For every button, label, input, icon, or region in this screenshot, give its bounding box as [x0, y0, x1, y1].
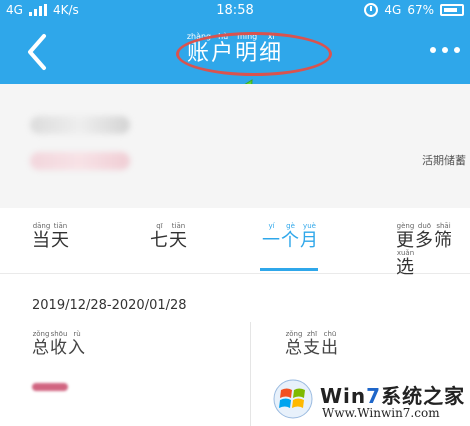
tab-label-char: 更gèng [396, 222, 415, 251]
alarm-icon [364, 3, 379, 17]
watermark: Win7系统之家 Www.Winwin7.com [272, 376, 468, 422]
active-tab-indicator [260, 268, 318, 271]
watermark-url: Www.Winwin7.com [322, 406, 440, 420]
battery-icon [440, 4, 464, 16]
period-tabs: 当dāng天tiān 七qī天tiān 一yí个gè月yuè 更gèng多duō… [0, 208, 470, 278]
income-char: 入rù [68, 330, 86, 358]
battery-level: 67% [407, 3, 434, 17]
expense-char: 总zǒng [285, 330, 303, 358]
date-range: 2019/12/28-2020/01/28 [32, 298, 187, 313]
tab-label-char: 一yí [262, 222, 281, 251]
blurred-account-number [30, 152, 130, 170]
watermark-title: Win7系统之家 [320, 384, 466, 408]
account-type-label: 活期储蓄 [422, 154, 466, 167]
tab-label-char: 天tiān [51, 222, 70, 251]
tab-label-char: 当dāng [32, 222, 51, 251]
tab-today[interactable]: 当dāng天tiān [32, 222, 70, 252]
account-card [0, 84, 470, 208]
more-dots-icon[interactable] [430, 47, 460, 53]
income-char: 收shōu [50, 330, 68, 358]
tab-more-filter[interactable]: 更gèng多duō筛shāi 选xuǎn [396, 222, 470, 279]
total-income-value [32, 383, 68, 391]
annotation-ellipse [176, 32, 332, 76]
tab-seven-days[interactable]: 七qī天tiān [150, 222, 188, 252]
total-expense-label: 总zǒng支zhī出chū [285, 330, 339, 358]
status-right: 4G 67% [364, 3, 464, 17]
column-divider [250, 322, 251, 426]
tab-label-char: 天tiān [169, 222, 188, 251]
tab-one-month[interactable]: 一yí个gè月yuè [262, 222, 319, 252]
status-bar: 4G 4K/s 18:58 4G 67% [0, 0, 470, 22]
tab-label-char: 选xuǎn [396, 249, 415, 278]
app-screen: 4G 4K/s 18:58 4G 67% 账zhàng户hù明míng细xì 活… [0, 0, 470, 426]
tab-label-char: 筛shāi [434, 222, 453, 251]
tab-label-char: 七qī [150, 222, 169, 251]
expense-char: 出chū [321, 330, 339, 358]
tab-label-char: 多duō [415, 222, 434, 251]
blurred-account-name [30, 116, 130, 134]
network-type-right: 4G [384, 3, 402, 17]
total-income-label: 总zǒng收shōu入rù [32, 330, 86, 358]
tab-label-char: 月yuè [300, 222, 319, 251]
tab-label-char: 个gè [281, 222, 300, 251]
expense-char: 支zhī [303, 330, 321, 358]
windows-logo-icon [273, 379, 313, 419]
income-char: 总zǒng [32, 330, 50, 358]
